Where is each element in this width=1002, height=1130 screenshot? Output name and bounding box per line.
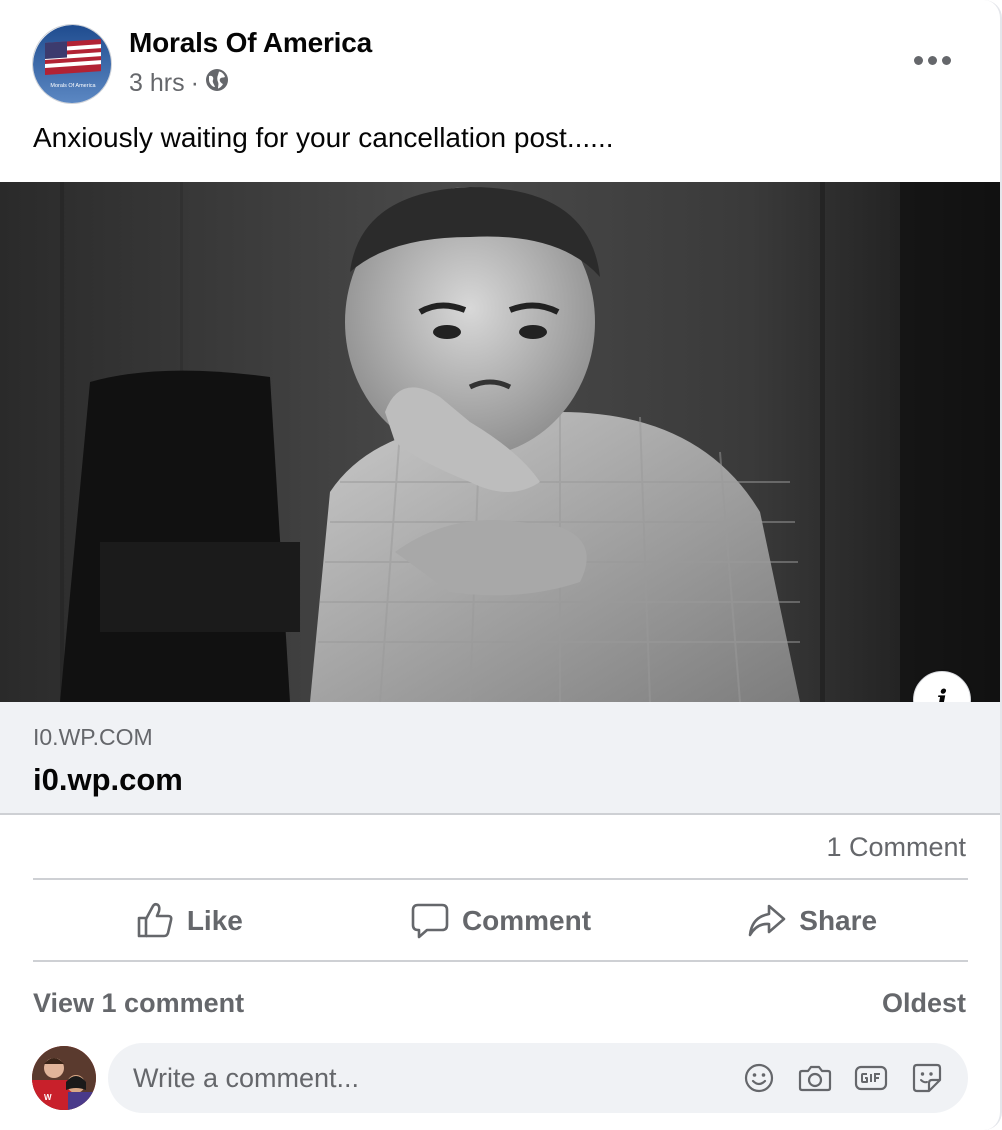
composer-tools (742, 1061, 944, 1095)
link-preview[interactable]: I0.WP.COM i0.wp.com (0, 702, 1000, 815)
svg-text:W: W (44, 1093, 52, 1102)
divider (33, 878, 968, 880)
link-domain: I0.WP.COM (33, 724, 153, 750)
current-user-avatar[interactable]: W (32, 1046, 96, 1110)
divider (33, 960, 968, 962)
action-bar: Like Comment Share (33, 881, 968, 961)
globe-icon[interactable] (205, 68, 229, 99)
share-arrow-icon (748, 904, 786, 937)
dot-icon (941, 55, 951, 65)
share-label: Share (799, 905, 878, 936)
author-name[interactable]: Morals Of America (129, 27, 372, 59)
view-comments-link[interactable]: View 1 comment (33, 988, 244, 1019)
emoji-icon[interactable] (742, 1061, 776, 1095)
page-avatar[interactable]: Morals Of America (32, 24, 112, 104)
post-header: Morals Of America Morals Of America 3 hr… (0, 0, 1000, 115)
camera-icon[interactable] (798, 1061, 832, 1095)
post-image[interactable] (0, 182, 1000, 702)
bw-photo-image (0, 182, 1000, 702)
post-meta: 3 hrs · (129, 68, 229, 99)
dot-icon (927, 55, 937, 65)
flag-logo-image: Morals Of America (33, 25, 111, 103)
speech-bubble-icon (411, 903, 449, 939)
post-text: Anxiously waiting for your cancellation … (33, 122, 614, 153)
gif-icon[interactable] (854, 1061, 888, 1095)
sticker-icon[interactable] (910, 1061, 944, 1095)
comment-count[interactable]: 1 Comment (826, 832, 966, 863)
post-card: Morals Of America Morals Of America 3 hr… (0, 0, 1002, 1130)
comment-sort-button[interactable]: Oldest (882, 988, 966, 1019)
comment-label: Comment (461, 905, 592, 936)
more-options-button[interactable] (906, 44, 958, 76)
link-title: i0.wp.com (33, 762, 183, 797)
like-button[interactable]: Like (33, 881, 345, 961)
comment-input[interactable] (133, 1062, 693, 1094)
share-button[interactable]: Share (656, 881, 968, 961)
post-timestamp[interactable]: 3 hrs (129, 69, 185, 98)
svg-text:Morals Of America: Morals Of America (50, 83, 96, 89)
user-photo-image: W (32, 1046, 96, 1110)
comment-button[interactable]: Comment (345, 881, 657, 961)
comment-composer[interactable] (108, 1043, 968, 1113)
meta-separator: · (190, 69, 199, 97)
like-label: Like (186, 905, 243, 936)
dot-icon (913, 55, 923, 65)
thumbs-up-icon (137, 902, 173, 938)
